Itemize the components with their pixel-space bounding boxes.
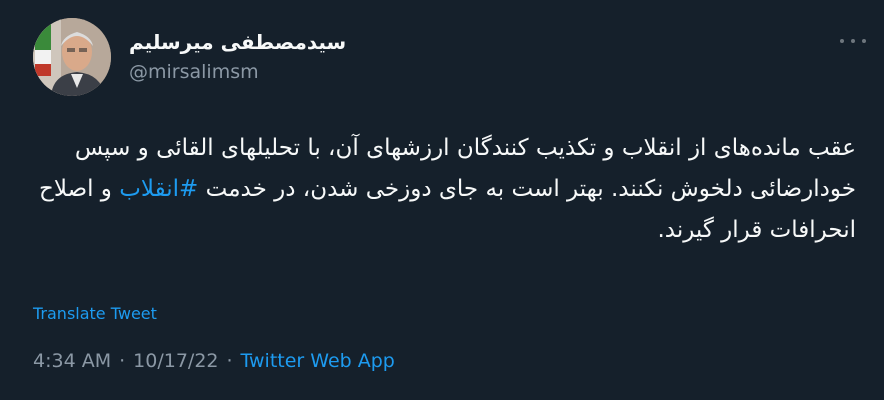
tweet-text: عقب مانده‌های از انقلاب و تکذیب کنندگان … — [33, 128, 856, 251]
avatar[interactable] — [33, 18, 111, 96]
author-handle[interactable]: @mirsalimsm — [129, 60, 346, 84]
tweet-time[interactable]: 4:34 AM — [33, 350, 111, 372]
author-info: سیدمصطفی میرسلیم @mirsalimsm — [129, 30, 346, 84]
author-display-name[interactable]: سیدمصطفی میرسلیم — [129, 30, 346, 54]
more-dot — [862, 39, 866, 43]
tweet-card: سیدمصطفی میرسلیم @mirsalimsm عقب مانده‌ه… — [0, 0, 884, 400]
tweet-meta: 4:34 AM · 10/17/22 · Twitter Web App — [33, 350, 395, 372]
separator: · — [119, 350, 126, 372]
translate-tweet-link[interactable]: Translate Tweet — [33, 304, 157, 323]
more-dot — [851, 39, 855, 43]
more-horizontal-icon[interactable] — [840, 34, 866, 48]
tweet-source-link[interactable]: Twitter Web App — [241, 350, 395, 372]
separator: · — [226, 350, 233, 372]
more-dot — [840, 39, 844, 43]
tweet-date[interactable]: 10/17/22 — [133, 350, 218, 372]
hashtag-link[interactable]: #انقلاب — [119, 176, 198, 202]
